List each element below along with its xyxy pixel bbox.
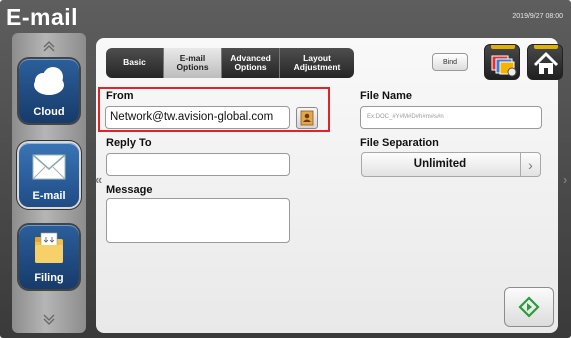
datetime-display: 2019/9/27 08:00	[512, 13, 563, 20]
file-name-placeholder: Ex:DOC_#Y#M#D#h#m#s#n	[367, 114, 444, 120]
file-separation-label: File Separation	[360, 137, 439, 149]
chevron-down-icon[interactable]	[12, 313, 86, 329]
message-label: Message	[106, 184, 153, 196]
chevron-right-icon: ›	[520, 153, 540, 176]
options-tab-bar: Basic E-mail Options Advanced Options La…	[106, 48, 354, 78]
next-page-button[interactable]: ›	[563, 172, 567, 187]
envelope-icon	[29, 149, 69, 183]
sidebar-item-label: Filing	[34, 272, 64, 284]
home-icon	[533, 52, 559, 74]
message-field[interactable]	[106, 198, 290, 243]
folder-icon	[29, 231, 69, 265]
tab-layout-adjustment[interactable]: Layout Adjustment	[280, 48, 354, 78]
start-icon	[518, 296, 540, 318]
tab-advanced-options[interactable]: Advanced Options	[222, 48, 280, 78]
file-separation-value: Unlimited	[413, 158, 467, 170]
cloud-icon	[29, 65, 69, 99]
file-name-field[interactable]: Ex:DOC_#Y#M#D#h#m#s#n	[360, 106, 542, 129]
sidebar-item-email[interactable]: E-mail	[19, 143, 79, 207]
home-button[interactable]	[527, 44, 563, 80]
gallery-icon	[491, 55, 517, 77]
screen-title: E-mail	[6, 4, 79, 30]
tab-email-options[interactable]: E-mail Options	[164, 48, 222, 78]
file-name-label: File Name	[360, 90, 412, 102]
file-separation-select[interactable]: Unlimited ›	[361, 152, 541, 177]
sidebar-item-label: Cloud	[33, 106, 65, 118]
sidebar-item-filing[interactable]: Filing	[19, 225, 79, 289]
gallery-button[interactable]	[484, 44, 520, 80]
sidebar-item-label: E-mail	[32, 190, 66, 202]
bind-button[interactable]: Bind	[432, 53, 468, 71]
tab-basic[interactable]: Basic	[106, 48, 164, 78]
chevron-up-icon[interactable]	[12, 39, 86, 55]
sidebar-item-cloud[interactable]: Cloud	[19, 59, 79, 123]
start-scan-button[interactable]	[504, 287, 554, 327]
email-options-panel	[96, 38, 558, 333]
reply-to-field[interactable]	[106, 153, 290, 176]
function-sidebar: Cloud E-mail Filing	[12, 33, 86, 333]
from-highlight-frame	[98, 87, 330, 132]
device-screen: E-mail 2019/9/27 08:00 Cloud E-mail Fili…	[0, 0, 571, 338]
reply-to-label: Reply To	[106, 137, 152, 149]
prev-page-button[interactable]: «	[95, 172, 102, 187]
